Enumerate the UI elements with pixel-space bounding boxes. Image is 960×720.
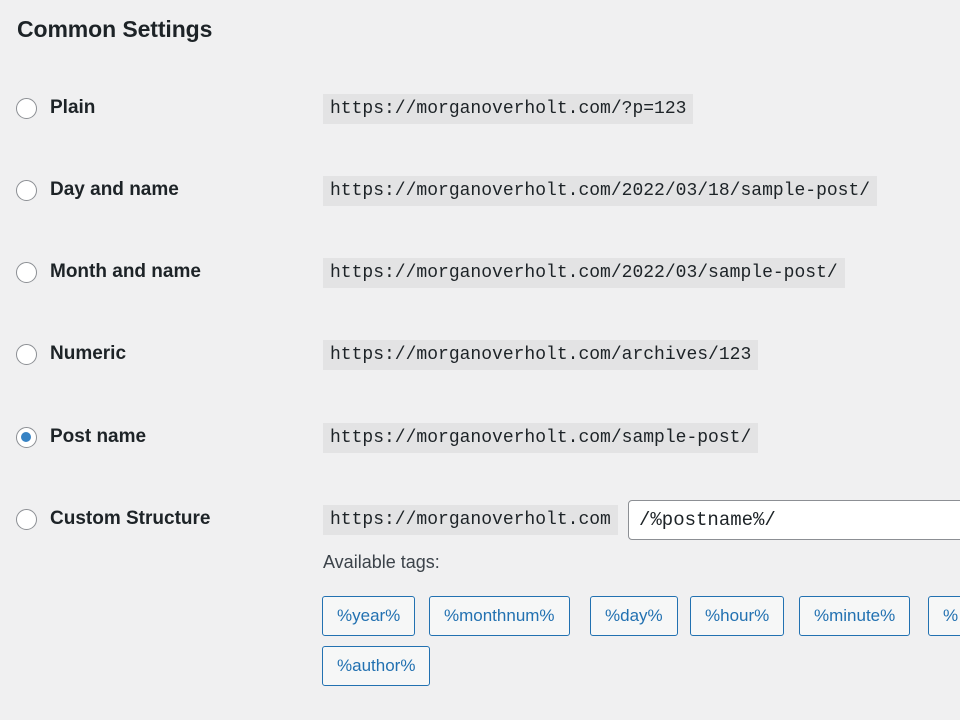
option-label-plain[interactable]: Plain [50, 97, 95, 119]
option-label-custom-structure[interactable]: Custom Structure [50, 508, 210, 530]
option-row-post-name: Post name https://morganoverholt.com/sam… [0, 418, 960, 458]
example-url-numeric: https://morganoverholt.com/archives/123 [323, 340, 759, 370]
tag-button-author[interactable]: %author% [322, 646, 431, 686]
radio-custom-structure[interactable] [16, 509, 37, 530]
option-label-day-and-name[interactable]: Day and name [50, 179, 179, 201]
tag-button-monthnum[interactable]: %monthnum% [429, 596, 570, 636]
example-url-post-name: https://morganoverholt.com/sample-post/ [323, 423, 759, 453]
option-row-month-and-name: Month and name https://morganoverholt.co… [0, 253, 960, 293]
option-row-numeric: Numeric https://morganoverholt.com/archi… [0, 335, 960, 375]
section-title: Common Settings [17, 16, 213, 42]
radio-numeric[interactable] [16, 344, 37, 365]
example-url-day-and-name: https://morganoverholt.com/2022/03/18/sa… [323, 176, 878, 206]
tag-button-truncated[interactable]: % [928, 596, 960, 636]
option-row-plain: Plain https://morganoverholt.com/?p=123 [0, 89, 960, 129]
example-url-plain: https://morganoverholt.com/?p=123 [323, 94, 694, 124]
option-label-month-and-name[interactable]: Month and name [50, 261, 201, 283]
radio-post-name[interactable] [16, 427, 37, 448]
radio-month-and-name[interactable] [16, 262, 37, 283]
permalink-settings-page: Common Settings Plain https://morganover… [0, 0, 960, 720]
custom-base-url: https://morganoverholt.com [323, 505, 618, 535]
option-row-custom-structure: Custom Structure https://morganoverholt.… [0, 500, 960, 540]
tag-button-day[interactable]: %day% [590, 596, 678, 636]
radio-plain[interactable] [16, 98, 37, 119]
tag-button-year[interactable]: %year% [322, 596, 416, 636]
tag-button-minute[interactable]: %minute% [799, 596, 911, 636]
radio-day-and-name[interactable] [16, 180, 37, 201]
tag-button-hour[interactable]: %hour% [690, 596, 785, 636]
option-label-numeric[interactable]: Numeric [50, 343, 126, 365]
option-label-post-name[interactable]: Post name [50, 426, 146, 448]
custom-structure-input[interactable] [628, 500, 960, 540]
option-row-day-and-name: Day and name https://morganoverholt.com/… [0, 171, 960, 211]
available-tags-heading: Available tags: [323, 552, 440, 572]
example-url-month-and-name: https://morganoverholt.com/2022/03/sampl… [323, 258, 845, 288]
